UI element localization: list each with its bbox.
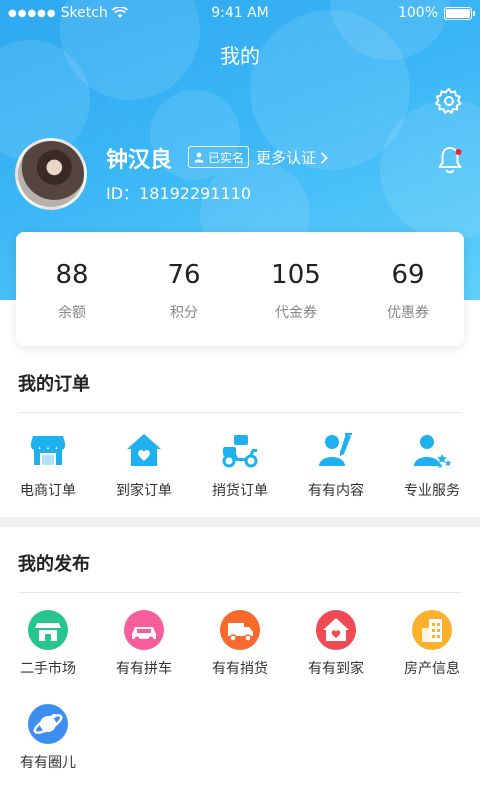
stat-vouchers[interactable]: 105 代金券 [240, 232, 352, 346]
divider [18, 412, 462, 413]
status-bar: ●●●●● Sketch 9:41 AM 100% [0, 0, 480, 28]
order-item-label: 有有内容 [308, 483, 364, 499]
publish-item-label: 房产信息 [404, 661, 460, 677]
person-pen-icon [319, 433, 352, 466]
publish-item-carpool[interactable]: 有有拼车 [96, 610, 192, 678]
order-item-content[interactable]: 有有内容 [288, 430, 384, 500]
avatar[interactable] [15, 138, 87, 210]
orders-section-title: 我的订单 [18, 374, 90, 395]
divider [18, 592, 462, 593]
order-item-home[interactable]: 到家订单 [96, 430, 192, 500]
order-item-label: 电商订单 [20, 483, 76, 499]
order-item-delivery[interactable]: 捎货订单 [192, 430, 288, 500]
stat-label: 优惠券 [387, 305, 429, 321]
stats-card: 88 余额 76 积分 105 代金券 69 优惠券 [16, 232, 464, 346]
stat-value: 88 [55, 260, 89, 290]
stat-points[interactable]: 76 积分 [128, 232, 240, 346]
settings-gear-icon[interactable] [434, 86, 464, 116]
user-id: ID：18192291110 [106, 184, 252, 203]
battery-percent: 100% [397, 5, 438, 21]
stat-label: 余额 [58, 305, 86, 321]
publish-item-label: 有有圈儿 [20, 755, 76, 771]
order-item-professional[interactable]: 专业服务 [384, 430, 480, 500]
order-item-label: 专业服务 [404, 483, 460, 499]
stat-balance[interactable]: 88 余额 [16, 232, 128, 346]
more-cert-label: 更多认证 [256, 149, 317, 167]
publish-item-label: 有有捎货 [212, 661, 268, 677]
page-title: 我的 [220, 44, 260, 68]
market-icon [28, 610, 68, 650]
order-item-ecommerce[interactable]: 电商订单 [0, 430, 96, 500]
stat-label: 积分 [170, 305, 198, 321]
notification-bell-icon[interactable] [434, 144, 466, 176]
publish-item-home-service[interactable]: 有有到家 [288, 610, 384, 678]
publish-item-label: 有有拼车 [116, 661, 172, 677]
stat-value: 76 [167, 260, 201, 290]
chevron-right-icon [320, 151, 328, 164]
publish-item-real-estate[interactable]: 房产信息 [384, 610, 480, 678]
more-cert-link[interactable]: 更多认证 [256, 147, 328, 168]
user-name: 钟汉良 [106, 148, 173, 173]
verified-badge-label: 已实名 [208, 150, 245, 165]
planet-icon [28, 704, 68, 744]
publish-section-title: 我的发布 [18, 554, 90, 575]
house-icon [316, 610, 356, 650]
publish-item-delivery[interactable]: 有有捎货 [192, 610, 288, 678]
id-card-icon [194, 152, 204, 163]
publish-grid-row-1: 二手市场 有有拼车 有有捎货 有有到家 房产信息 [0, 610, 480, 678]
battery-icon [444, 6, 475, 20]
car-icon [124, 610, 164, 650]
publish-grid-row-2: 有有圈儿 [0, 704, 480, 772]
publish-item-circle[interactable]: 有有圈儿 [0, 704, 96, 772]
home-heart-icon [127, 434, 161, 466]
building-icon [412, 610, 452, 650]
order-item-label: 到家订单 [116, 483, 172, 499]
order-item-label: 捎货订单 [212, 483, 268, 499]
publish-item-label: 有有到家 [308, 661, 364, 677]
orders-grid: 电商订单 到家订单 捎货订单 有有内容 专业服务 [0, 430, 480, 500]
verified-badge: 已实名 [188, 146, 250, 168]
stat-coupons[interactable]: 69 优惠券 [352, 232, 464, 346]
publish-item-label: 二手市场 [20, 661, 76, 677]
shop-icon [31, 436, 65, 465]
stat-value: 69 [391, 260, 425, 290]
scooter-icon [222, 435, 258, 468]
truck-icon [220, 610, 260, 650]
person-star-icon [414, 435, 452, 468]
stat-value: 105 [271, 260, 321, 290]
publish-item-secondhand[interactable]: 二手市场 [0, 610, 96, 678]
section-separator [0, 517, 480, 527]
stat-label: 代金券 [275, 305, 317, 321]
